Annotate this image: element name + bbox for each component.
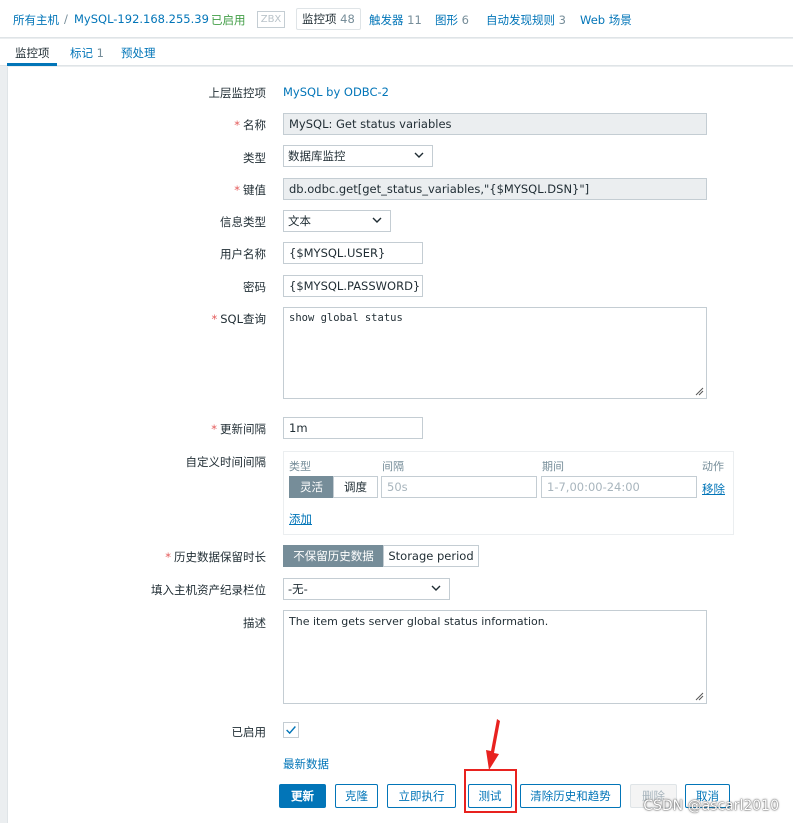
nav-discovery-label: 自动发现规则 [486, 13, 555, 27]
intervals-col-action: 动作 [702, 460, 724, 473]
enabled-checkbox[interactable] [283, 722, 299, 738]
execute-now-button[interactable]: 立即执行 [387, 784, 456, 808]
password-field[interactable]: {$MYSQL.PASSWORD} [283, 275, 423, 297]
inventory-field-label: 填入主机资产纪录栏位 [151, 583, 266, 597]
custom-intervals-table: 类型 间隔 期间 动作 灵活 调度 50s 1-7,00:00-24:00 移除… [283, 451, 734, 535]
type-select-value: 数据库监控 [288, 149, 346, 163]
intervals-col-interval: 间隔 [382, 460, 404, 473]
info-type-label: 信息类型 [220, 215, 266, 229]
host-status-enabled[interactable]: 已启用 [211, 12, 246, 28]
parent-item-link[interactable]: MySQL by ODBC-2 [283, 85, 389, 99]
interval-value-input[interactable]: 50s [381, 476, 537, 498]
resize-grip-icon[interactable] [695, 692, 704, 701]
type-select[interactable]: 数据库监控 [283, 145, 433, 167]
tab-tags-label: 标记 [70, 46, 93, 60]
active-tab-underline [7, 63, 57, 66]
nav-graphs[interactable]: 图形 6 [435, 12, 469, 28]
description-text: The item gets server global status infor… [289, 615, 549, 628]
sql-query-textarea[interactable]: show global status [283, 307, 707, 399]
enabled-label: 已启用 [231, 725, 267, 739]
intervals-col-type: 类型 [289, 460, 311, 473]
nav-discovery-count: 3 [558, 13, 566, 27]
clear-history-button[interactable]: 清除历史和趋势 [520, 784, 621, 808]
watermark-text: CSDN @ascarl2010 [643, 798, 779, 814]
latest-data-link[interactable]: 最新数据 [283, 756, 329, 772]
nav-items-count: 48 [340, 12, 355, 26]
history-no-storage-button[interactable]: 不保留历史数据 [283, 545, 384, 567]
breadcrumb-all-hosts[interactable]: 所有主机 [13, 12, 59, 28]
history-storage-label: * 历史数据保留时长 [165, 550, 266, 564]
info-type-select[interactable]: 文本 [283, 210, 391, 232]
parent-item-label: 上层监控项 [208, 86, 267, 100]
resize-grip-icon[interactable] [695, 387, 704, 396]
type-label: 类型 [243, 151, 266, 165]
check-icon [286, 726, 296, 735]
breadcrumb: 所有主机 / MySQL-192.168.255.39 已启用 ZBX 监控项 … [0, 0, 793, 38]
annotation-arrow-icon [486, 719, 500, 770]
password-label: 密码 [243, 280, 266, 294]
tab-tags[interactable]: 标记 1 [70, 45, 104, 61]
form-tabs: 监控项 标记 1 预处理 [0, 39, 793, 66]
history-storage-period-button[interactable]: Storage period [383, 545, 479, 567]
breadcrumb-separator: / [64, 12, 68, 26]
chevron-down-icon [431, 585, 441, 591]
tab-item[interactable]: 监控项 [15, 45, 50, 61]
interval-add-link[interactable]: 添加 [289, 511, 312, 527]
breadcrumb-host[interactable]: MySQL-192.168.255.39 [74, 12, 209, 26]
name-field[interactable]: MySQL: Get status variables [283, 113, 707, 135]
nav-graphs-count: 6 [461, 13, 469, 27]
inventory-field-value: -无- [288, 582, 308, 596]
nav-triggers-count: 11 [407, 13, 422, 27]
custom-intervals-label: 自定义时间间隔 [185, 455, 267, 469]
chevron-down-icon [372, 217, 382, 223]
chevron-down-icon [414, 152, 424, 158]
key-label: * 键值 [234, 183, 266, 197]
clone-button[interactable]: 克隆 [335, 784, 378, 808]
name-label: * 名称 [234, 118, 266, 132]
nav-graphs-label: 图形 [435, 13, 458, 27]
interval-type-scheduling[interactable]: 调度 [333, 476, 378, 498]
update-interval-field[interactable]: 1m [283, 417, 423, 439]
nav-triggers-label: 触发器 [369, 13, 404, 27]
update-button[interactable]: 更新 [279, 784, 326, 808]
info-type-select-value: 文本 [288, 214, 311, 228]
intervals-col-period: 期间 [542, 460, 564, 473]
inventory-field-select[interactable]: -无- [283, 578, 450, 600]
nav-discovery-rules[interactable]: 自动发现规则 3 [486, 12, 566, 28]
nav-web-scenarios[interactable]: Web 场景 [580, 12, 632, 28]
sql-query-text: show global status [289, 312, 403, 324]
nav-triggers[interactable]: 触发器 11 [369, 12, 422, 28]
update-interval-label: * 更新间隔 [211, 422, 266, 436]
interval-remove-link[interactable]: 移除 [702, 481, 725, 497]
tab-tags-count: 1 [96, 46, 104, 60]
key-field[interactable]: db.odbc.get[get_status_variables,"{$MYSQ… [283, 178, 707, 200]
zbx-availability-badge: ZBX [257, 11, 285, 28]
username-field[interactable]: {$MYSQL.USER} [283, 242, 423, 264]
description-label: 描述 [243, 616, 266, 630]
description-textarea[interactable]: The item gets server global status infor… [283, 610, 707, 704]
nav-items-label: 监控项 [302, 12, 337, 26]
tab-preprocessing[interactable]: 预处理 [121, 45, 156, 61]
annotation-highlight-box [464, 769, 517, 813]
interval-period-input[interactable]: 1-7,00:00-24:00 [541, 476, 697, 498]
interval-type-flexible[interactable]: 灵活 [289, 476, 334, 498]
username-label: 用户名称 [220, 247, 266, 261]
nav-items[interactable]: 监控项 48 [296, 8, 361, 30]
sql-query-label: * SQL查询 [211, 312, 266, 326]
